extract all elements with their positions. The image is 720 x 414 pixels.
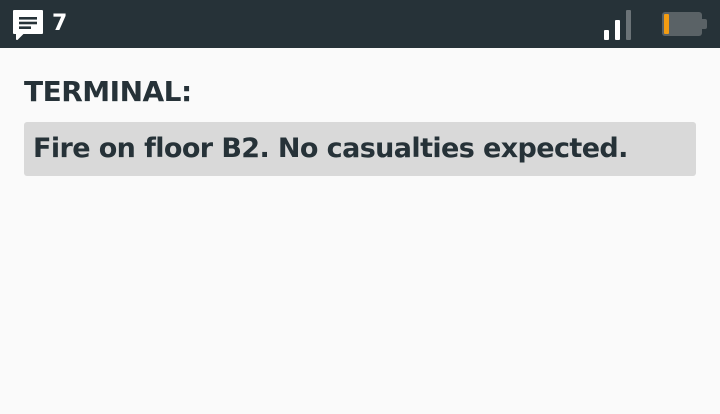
terminal-label: TERMINAL: [24,75,192,108]
terminal-message-text: Fire on floor B2. No casualties expected… [33,133,628,164]
message-count: 7 [52,11,68,36]
battery-tip [702,19,707,29]
chat-message-icon[interactable] [11,8,45,42]
signal-bar [615,20,620,40]
terminal-message-box: Fire on floor B2. No casualties expected… [24,122,696,176]
signal-bar [626,10,631,40]
status-bar: 7 [0,0,720,48]
signal-bar [604,30,609,40]
signal-strength-icon [602,8,642,40]
battery-icon [662,12,708,36]
battery-level [664,14,669,34]
battery-body [662,12,702,36]
